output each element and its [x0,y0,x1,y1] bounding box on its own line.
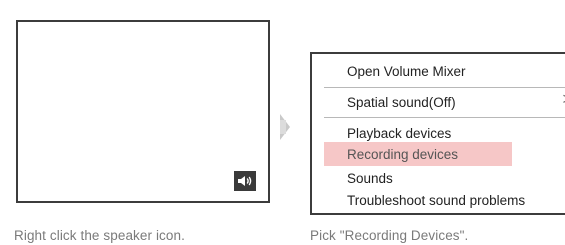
desktop-area [16,20,270,203]
speaker-context-menu: Open Volume Mixer Spatial sound(Off) > P… [310,52,565,215]
menu-item-playback-devices[interactable]: Playback devices [347,126,451,141]
menu-separator [324,117,565,118]
right-caption: Pick "Recording Devices". [310,228,469,243]
menu-item-troubleshoot-sound-problems[interactable]: Troubleshoot sound problems [347,193,525,208]
menu-item-open-volume-mixer[interactable]: Open Volume Mixer [347,64,466,79]
left-caption: Right click the speaker icon. [14,228,185,243]
speaker-tray-button[interactable] [234,171,256,191]
speaker-icon [238,176,252,186]
arrow-right-icon [280,114,290,140]
menu-item-sounds[interactable]: Sounds [347,171,393,186]
menu-item-spatial-sound[interactable]: Spatial sound(Off) [347,95,456,110]
menu-separator [324,87,565,88]
menu-item-recording-devices[interactable]: Recording devices [347,147,458,162]
